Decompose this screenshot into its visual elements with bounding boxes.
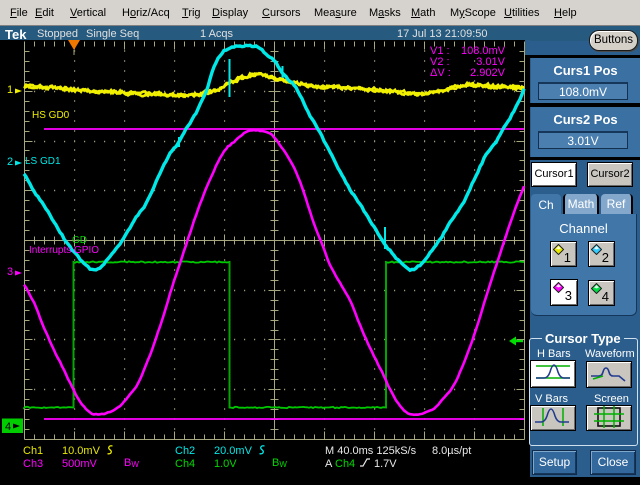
svg-text:20.0mV: 20.0mV (214, 445, 253, 457)
svg-text:4: 4 (5, 421, 11, 433)
svg-text:1.7V: 1.7V (374, 458, 397, 470)
svg-text:Ch2: Ch2 (175, 445, 195, 457)
svg-text:Ch4: Ch4 (175, 458, 195, 470)
svg-text:10.0mV: 10.0mV (62, 445, 101, 457)
svg-text:Ch4: Ch4 (335, 458, 355, 470)
svg-text:M 40.0ms 125kS/s: M 40.0ms 125kS/s (325, 445, 417, 457)
svg-text:2: 2 (7, 156, 13, 168)
svg-text:LS GD1: LS GD1 (25, 156, 61, 167)
svg-text:8.0µs/pt: 8.0µs/pt (432, 445, 471, 457)
svg-text:Ch1: Ch1 (23, 445, 43, 457)
svg-text:Ch3: Ch3 (23, 458, 43, 470)
svg-text:3: 3 (7, 266, 13, 278)
svg-text:1: 1 (7, 84, 13, 96)
svg-text:HS GD0: HS GD0 (32, 110, 70, 121)
svg-text:Interrupts GPIO: Interrupts GPIO (29, 245, 99, 256)
svg-text:500mV: 500mV (62, 458, 98, 470)
svg-text:A: A (325, 458, 333, 470)
svg-text:ΔV :: ΔV : (430, 67, 451, 79)
svg-text:1.0V: 1.0V (214, 458, 237, 470)
svg-text:2.902V: 2.902V (470, 67, 506, 79)
